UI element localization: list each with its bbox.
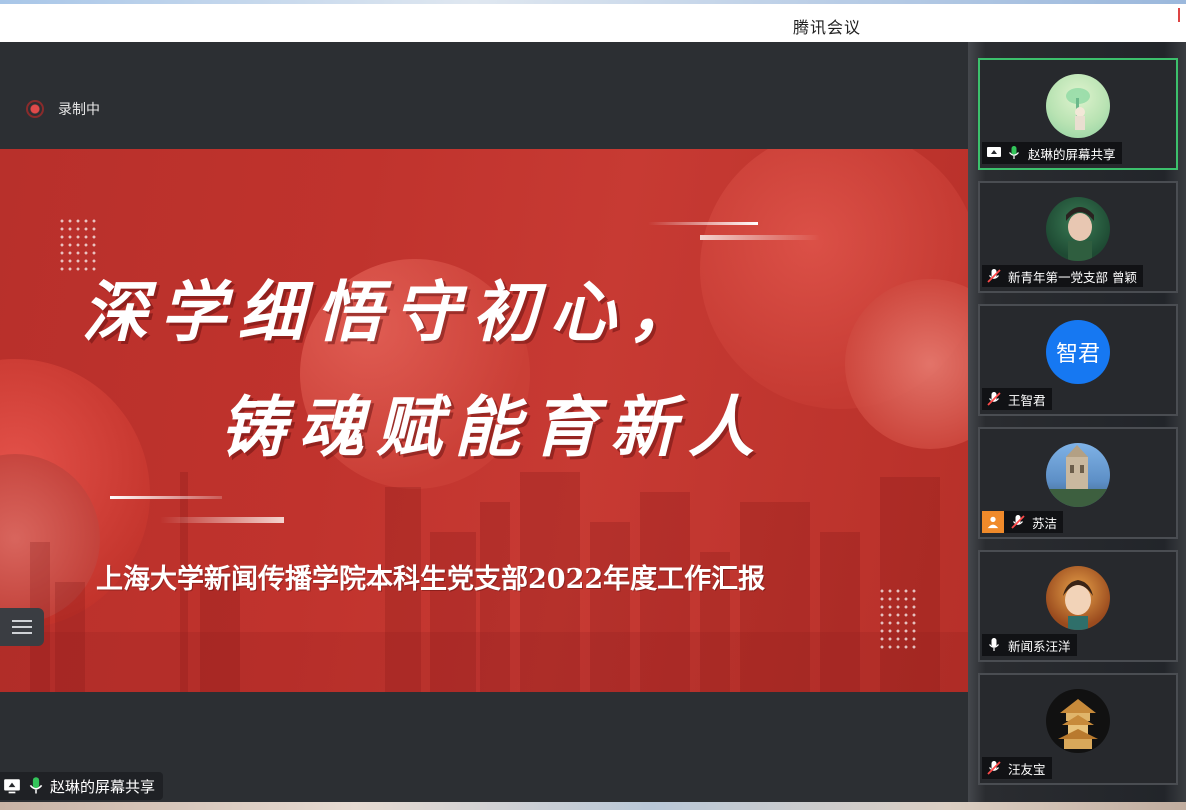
participant-tile[interactable]: 赵琳的屏幕共享 <box>978 58 1178 170</box>
participant-name: 汪友宝 <box>1008 761 1046 777</box>
participant-nametag: 苏洁 <box>982 511 1064 533</box>
participant-nametag: 新青年第一党支部 曾颖 <box>982 265 1143 287</box>
slide-title-line-2: 铸魂赋能育新人 <box>220 388 766 466</box>
screen-share-icon <box>4 779 20 794</box>
recording-label: 录制中 <box>58 102 100 118</box>
mic-on-icon <box>1008 146 1020 159</box>
list-menu-button[interactable] <box>0 608 44 646</box>
mic-muted-icon <box>987 269 1001 283</box>
avatar <box>1046 443 1110 507</box>
avatar <box>1046 197 1110 261</box>
mic-on-icon <box>29 777 43 794</box>
presentation-slide: 深学细悟守初心， 铸魂赋能育新人 上海大学新闻传播学院本科生党支部2022年度工… <box>0 149 968 692</box>
list-icon <box>12 620 32 622</box>
mic-muted-icon <box>987 761 1001 775</box>
participant-name: 苏洁 <box>1032 515 1058 531</box>
participant-tile[interactable]: 汪友宝 <box>978 673 1178 785</box>
participant-nametag: 王智君 <box>982 388 1052 410</box>
screen-share-label: 赵琳的屏幕共享 <box>50 777 156 796</box>
desktop-bottom-strip <box>0 802 1186 810</box>
mic-on-icon <box>988 638 1000 651</box>
participant-tile[interactable]: 苏洁 <box>978 427 1178 539</box>
participant-tile[interactable]: 新闻系汪洋 <box>978 550 1178 662</box>
slide-subtitle: 上海大学新闻传播学院本科生党支部2022年度工作汇报 <box>96 564 766 595</box>
decor-line <box>700 235 820 240</box>
shared-screen-area: 录制中 深学细悟守初心， 铸魂赋能育新人 上海大学新闻传播学院本科生党支部202… <box>0 42 968 802</box>
avatar <box>1046 689 1110 753</box>
avatar: 智君 <box>1046 320 1110 384</box>
dot-grid-decor <box>878 587 918 651</box>
participant-tile[interactable]: 新青年第一党支部 曾颖 <box>978 181 1178 293</box>
participant-name: 王智君 <box>1008 392 1046 408</box>
host-icon <box>982 511 1004 533</box>
participant-tile[interactable]: 智君 王智君 <box>978 304 1178 416</box>
mic-muted-icon <box>1011 515 1025 529</box>
recording-indicator[interactable]: 录制中 <box>26 100 100 118</box>
participant-nametag: 新闻系汪洋 <box>982 634 1077 656</box>
participant-nametag: 汪友宝 <box>982 757 1052 779</box>
decor-line <box>110 496 222 499</box>
avatar <box>1046 566 1110 630</box>
window-edge-accent <box>1178 8 1186 22</box>
window-title: 腾讯会议 <box>792 18 861 37</box>
mic-muted-icon <box>987 392 1001 406</box>
participant-name: 赵琳的屏幕共享 <box>1028 146 1116 162</box>
slide-title-line-1: 深学细悟守初心， <box>82 273 706 351</box>
decor-line <box>160 517 284 523</box>
participant-sidebar: 赵琳的屏幕共享 新青年第一党支部 曾颖 智君 王智君 苏洁 新闻系汪洋 汪友宝 <box>968 42 1186 802</box>
avatar <box>1046 74 1110 138</box>
recording-dot-icon <box>26 100 44 118</box>
decor-line <box>648 222 758 225</box>
participant-name: 新闻系汪洋 <box>1008 638 1071 654</box>
window-titlebar[interactable]: 腾讯会议 <box>0 4 1186 42</box>
screen-share-indicator: 赵琳的屏幕共享 <box>0 772 164 800</box>
participant-name: 新青年第一党支部 曾颖 <box>1008 269 1137 285</box>
participant-nametag: 赵琳的屏幕共享 <box>982 142 1122 164</box>
screen-share-icon <box>987 147 1001 157</box>
